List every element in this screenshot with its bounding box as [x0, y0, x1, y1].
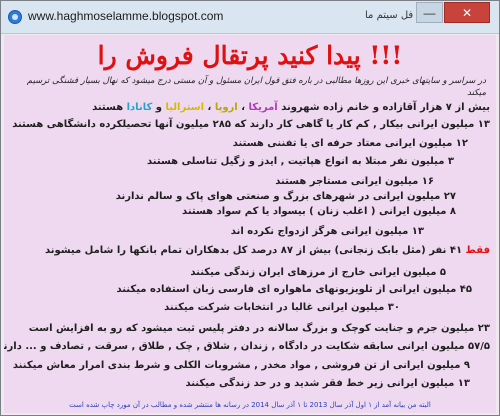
content-area: پیدا کنید پرتقال فروش را !!! در سراسر و …	[4, 35, 496, 413]
fact-line-4: ۳ میلیون نفر مبتلا به انواع هپاتیت , اید…	[147, 156, 454, 167]
app-window: www.haghmoselamme.blogspot.com فل سیتم م…	[0, 0, 500, 416]
minimize-button[interactable]: —	[416, 2, 443, 23]
country-australia: استرالیا	[165, 102, 205, 113]
fact-line-11: ۴۵ میلیون ایرانی از تلویزیونهای ماهواره …	[116, 284, 472, 295]
globe-icon	[8, 10, 22, 24]
window-title: www.haghmoselamme.blogspot.com	[28, 9, 224, 23]
fact-line-5: ۱۶ میلیون ایرانی مستاجر هستند	[275, 176, 434, 187]
title-bar[interactable]: www.haghmoselamme.blogspot.com فل سیتم م…	[1, 1, 499, 34]
country-canada: کانادا	[126, 102, 153, 113]
fact-text: بیش از ۷ هزار آقازاده و خانم زاده شهروند	[281, 102, 490, 113]
fact-text: هستند	[92, 102, 124, 113]
close-button[interactable]: ✕	[444, 2, 490, 23]
country-america: آمریکا	[248, 102, 278, 113]
fact-line-10: ۵ میلیون ایرانی خارج از مرزهای ایران زند…	[190, 267, 446, 278]
fact-line-13: ۲۳ میلیون جرم و جنایت کوچک و بزرگ سالانه…	[28, 323, 490, 334]
fact-line-14: ۵۷/۵ میلیون ایرانی سابقه شکایت در دادگاه…	[4, 341, 490, 352]
fact-line-12: ۳۰ میلیون ایرانی غالبا در انتخابات شرکت …	[164, 302, 400, 313]
fact-line-8: ۱۳ میلیون ایرانی هرگز ازدواج نکرده اند	[230, 226, 424, 237]
footer-note: البته من بیانه آمد از ۱ اول آذر سال 2013…	[69, 401, 431, 409]
fact-line-2: ۱۳ میلیون ایرانی بیکار , کم کار یا گاهی …	[12, 119, 490, 130]
fact-text: ۴۱ نفر (مثل بابک زنجانی) بیش از ۸۷ درصد …	[44, 245, 463, 256]
separator: ،	[207, 102, 212, 113]
fact-line-15: ۹ میلیون ایرانی از تن فروشی , مواد مخدر …	[12, 360, 470, 371]
separator: ،	[241, 102, 246, 113]
country-europe: اروپا	[214, 102, 238, 113]
fact-line-1: بیش از ۷ هزار آقازاده و خانم زاده شهروند…	[92, 101, 490, 115]
separator: و	[155, 102, 162, 113]
fact-line-3: ۱۲ میلیون ایرانی معتاد حرفه ای یا تفننی …	[232, 138, 468, 149]
highlight-word: فقط	[465, 245, 490, 256]
fact-line-16: ۱۳ میلیون ایرانی زیر خط فقر شدید و در حد…	[185, 378, 470, 389]
system-label: فل سیتم ما	[365, 10, 414, 21]
page-headline: پیدا کنید پرتقال فروش را !!!	[97, 41, 403, 70]
fact-line-7: ۸ میلیون ایرانی ( اغلب زنان ) بیسواد یا …	[182, 206, 456, 217]
page-subtitle: در سراسر و سایتهای خبری این روزها مطالبی…	[26, 76, 486, 98]
fact-line-9: فقط ۴۱ نفر (مثل بابک زنجانی) بیش از ۸۷ د…	[45, 244, 490, 258]
fact-line-6: ۲۷ میلیون ایرانی در شهرهای بزرگ و صنعتی …	[115, 191, 456, 202]
